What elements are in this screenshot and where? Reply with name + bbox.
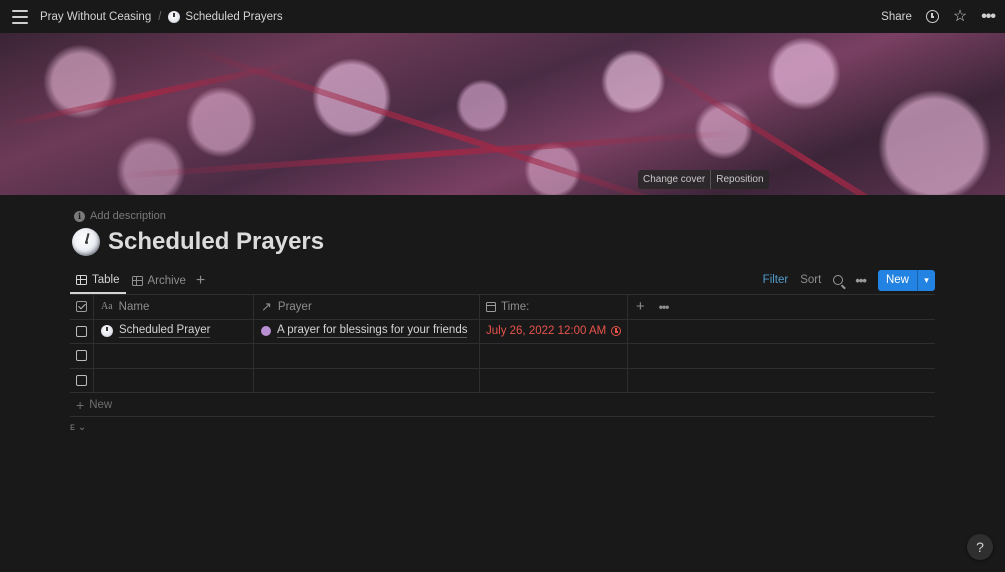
tab-table-label: Table: [92, 274, 120, 286]
calculate-menu[interactable]: ᴇ ⌄: [70, 422, 86, 433]
breadcrumb-current[interactable]: Scheduled Prayers: [164, 9, 286, 25]
new-button[interactable]: New: [877, 269, 917, 291]
view-actions: Filter Sort ••• New ▾: [763, 268, 935, 294]
top-bar: Pray Without Ceasing / Scheduled Prayers…: [0, 0, 1005, 33]
info-icon: i: [74, 210, 85, 222]
more-options-icon[interactable]: •••: [981, 8, 996, 25]
column-header-prayer[interactable]: ↗ Prayer: [254, 295, 480, 319]
row-checkbox-cell[interactable]: [70, 344, 94, 368]
cover-vein: [179, 43, 714, 195]
column-header-label: Prayer: [277, 300, 312, 313]
column-header-label: Name: [118, 300, 150, 313]
name-cell[interactable]: [94, 344, 254, 368]
view-tabs-bar: Table Archive + Filter Sort ••• New ▾: [70, 268, 935, 295]
prayer-cell[interactable]: [254, 368, 480, 392]
add-new-row-button[interactable]: + New: [70, 393, 935, 417]
table-row[interactable]: Scheduled Prayer A prayer for blessings …: [70, 319, 935, 344]
relation-arrow-icon: ↗: [261, 298, 272, 314]
add-view-icon[interactable]: +: [192, 268, 209, 294]
row-prayer[interactable]: A prayer for blessings for your friends: [277, 324, 468, 339]
favorite-star-icon[interactable]: ☆: [953, 8, 967, 25]
add-property-icon[interactable]: +: [636, 298, 645, 315]
share-button[interactable]: Share: [881, 11, 912, 23]
clock-icon: [101, 325, 113, 338]
top-actions: Share ☆ •••: [881, 8, 996, 25]
view-more-icon[interactable]: •••: [855, 273, 867, 288]
clock-icon: [168, 10, 181, 23]
time-cell[interactable]: [480, 368, 628, 392]
chevron-down-icon: ⌄: [77, 422, 87, 433]
reminder-alarm-icon: [611, 326, 622, 337]
column-header-actions: + •••: [628, 295, 935, 319]
database-table: Aa Name ↗ Prayer Time: + ••• Scheduled P…: [70, 295, 935, 417]
row-checkbox-cell[interactable]: [70, 368, 94, 392]
sort-button[interactable]: Sort: [800, 274, 821, 286]
table-row[interactable]: [70, 344, 935, 369]
empty-cell: [628, 369, 935, 393]
filter-button[interactable]: Filter: [763, 274, 789, 286]
row-checkbox[interactable]: [76, 374, 87, 386]
text-property-icon: Aa: [101, 301, 113, 313]
column-header-time[interactable]: Time:: [480, 295, 628, 319]
chevron-down-icon[interactable]: ▾: [917, 269, 935, 291]
time-cell[interactable]: July 26, 2022 12:00 AM: [480, 319, 628, 343]
breadcrumb-separator: /: [158, 10, 162, 23]
calculate-label: ᴇ: [70, 422, 75, 433]
name-cell[interactable]: [94, 368, 254, 392]
page-clock-icon[interactable]: [72, 228, 100, 256]
column-header-name[interactable]: Aa Name: [94, 295, 254, 319]
cover-actions: Change cover Reposition: [638, 170, 769, 189]
row-checkbox[interactable]: [76, 350, 87, 362]
calendar-icon: [486, 301, 496, 312]
tab-table[interactable]: Table: [70, 268, 126, 294]
breadcrumb-current-label: Scheduled Prayers: [185, 10, 283, 23]
table-header: Aa Name ↗ Prayer Time: + •••: [70, 295, 935, 320]
table-icon: [131, 276, 143, 286]
add-description-label: Add description: [90, 210, 166, 222]
empty-cell: [628, 320, 935, 344]
cover-vein: [0, 60, 295, 129]
reposition-button[interactable]: Reposition: [710, 170, 768, 189]
new-row-label: New: [89, 398, 113, 411]
new-button-group: New ▾: [877, 269, 935, 291]
table-icon: [76, 275, 87, 285]
tab-archive[interactable]: Archive: [126, 268, 192, 294]
property-more-icon[interactable]: •••: [659, 300, 670, 314]
page-title-row: Scheduled Prayers: [72, 228, 324, 256]
updates-clock-icon[interactable]: [925, 10, 939, 23]
select-all-cell[interactable]: [70, 295, 94, 319]
prayer-cell[interactable]: A prayer for blessings for your friends: [254, 319, 480, 343]
row-name[interactable]: Scheduled Prayer: [119, 324, 211, 339]
row-checkbox-cell[interactable]: [70, 319, 94, 343]
breadcrumb-parent[interactable]: Pray Without Ceasing: [36, 9, 155, 25]
column-header-label: Time:: [501, 300, 530, 313]
table-row[interactable]: [70, 368, 935, 393]
search-icon[interactable]: [833, 275, 844, 285]
row-checkbox[interactable]: [76, 325, 87, 337]
empty-cell: [628, 344, 935, 368]
add-description-button[interactable]: i Add description: [74, 210, 166, 222]
select-all-checkbox[interactable]: [76, 301, 87, 313]
prayer-page-icon: [261, 326, 271, 337]
page-title[interactable]: Scheduled Prayers: [108, 228, 324, 256]
name-cell[interactable]: Scheduled Prayer: [94, 319, 254, 343]
plus-icon: +: [76, 396, 85, 413]
sidebar-menu-icon[interactable]: [12, 9, 28, 24]
cover-image: Change cover Reposition: [0, 33, 1005, 195]
time-cell[interactable]: [480, 344, 628, 368]
row-time: July 26, 2022 12:00 AM: [486, 325, 607, 338]
help-button[interactable]: ?: [967, 534, 993, 560]
tab-archive-label: Archive: [147, 275, 186, 287]
change-cover-button[interactable]: Change cover: [638, 170, 710, 189]
prayer-cell[interactable]: [254, 344, 480, 368]
